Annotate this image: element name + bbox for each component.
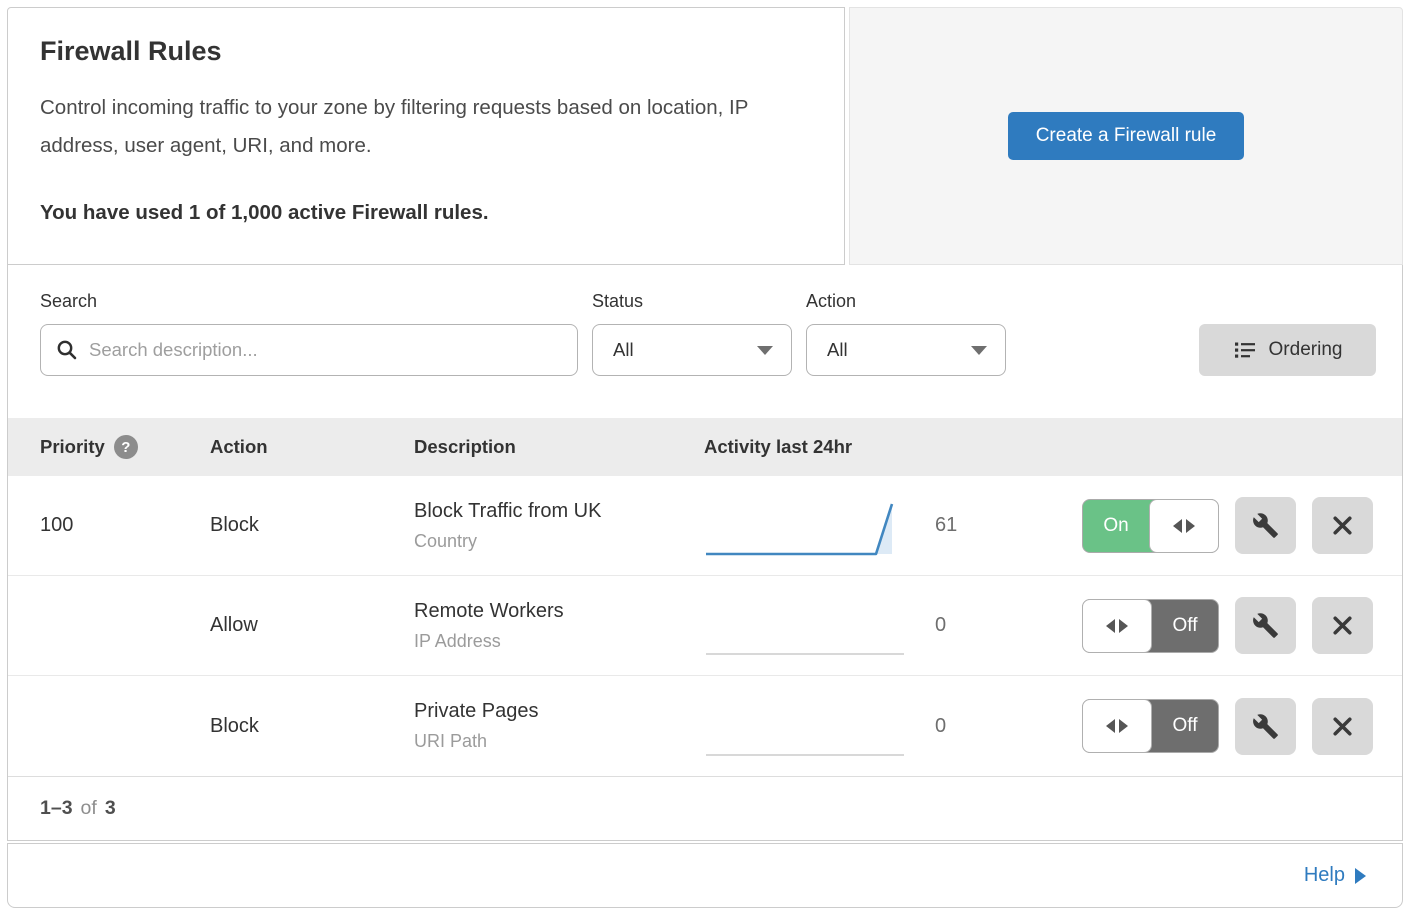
action-filter-group: Action All (806, 291, 1006, 376)
row-controls: Off (1082, 698, 1402, 755)
search-input[interactable] (89, 339, 563, 361)
help-link-label: Help (1304, 864, 1345, 887)
action-header-label: Action (210, 436, 268, 458)
activity-sparkline (704, 497, 909, 559)
pagination-range: 1–3 (40, 797, 73, 820)
activity-cell: 0 (704, 576, 1082, 675)
search-icon (55, 338, 79, 362)
priority-header-label: Priority (40, 436, 105, 458)
edit-rule-button[interactable] (1235, 597, 1296, 654)
close-icon (1330, 714, 1355, 739)
status-label: Status (592, 291, 792, 312)
description-cell: Private Pages URI Path (414, 700, 704, 752)
description-cell: Remote Workers IP Address (414, 600, 704, 652)
activity-count: 0 (935, 614, 946, 637)
status-select[interactable]: All (592, 324, 792, 376)
activity-count: 0 (935, 715, 946, 738)
toggle-state-label: Off (1152, 700, 1218, 752)
row-controls: On (1082, 497, 1402, 554)
search-box[interactable] (40, 324, 578, 376)
column-header-action: Action (210, 436, 414, 458)
table-row: 100 Block Block Traffic from UK Country … (8, 476, 1402, 576)
action-value: Allow (210, 614, 414, 637)
intro-card: Firewall Rules Control incoming traffic … (7, 7, 845, 265)
table-header-row: Priority ? Action Description Activity l… (8, 418, 1402, 476)
search-label: Search (40, 291, 578, 312)
action-value: Block (210, 715, 414, 738)
filter-bar: Search Status All Action All (8, 265, 1402, 418)
description-cell: Block Traffic from UK Country (414, 500, 704, 552)
delete-rule-button[interactable] (1312, 497, 1373, 554)
table-row: Allow Remote Workers IP Address 0 Off (8, 576, 1402, 676)
delete-rule-button[interactable] (1312, 698, 1373, 755)
create-rule-panel: Create a Firewall rule (849, 7, 1403, 265)
activity-cell: 61 (704, 476, 1082, 575)
priority-help-icon[interactable]: ? (114, 435, 138, 459)
help-footer: Help (7, 843, 1403, 908)
column-header-description: Description (414, 436, 704, 458)
activity-cell: 0 (704, 676, 1082, 776)
toggle-state-label: Off (1152, 600, 1218, 652)
description-header-label: Description (414, 436, 516, 458)
activity-header-label: Activity last 24hr (704, 436, 852, 458)
status-selected-value: All (613, 339, 634, 361)
close-icon (1330, 613, 1355, 638)
column-header-priority: Priority ? (40, 435, 210, 459)
activity-count: 61 (935, 514, 957, 537)
rule-enabled-toggle[interactable]: Off (1082, 599, 1219, 653)
rule-match-type: IP Address (414, 631, 704, 652)
rule-match-type: Country (414, 531, 704, 552)
edit-rule-button[interactable] (1235, 698, 1296, 755)
help-arrow-icon (1355, 868, 1366, 884)
wrench-icon (1252, 713, 1279, 740)
chevron-down-icon (971, 346, 987, 355)
row-controls: Off (1082, 597, 1402, 654)
usage-summary: You have used 1 of 1,000 active Firewall… (40, 201, 812, 225)
rule-enabled-toggle[interactable]: On (1082, 499, 1219, 553)
page-title: Firewall Rules (40, 36, 812, 67)
page-description: Control incoming traffic to your zone by… (40, 89, 810, 165)
rule-description: Block Traffic from UK (414, 500, 704, 523)
ordering-button[interactable]: Ordering (1199, 324, 1376, 376)
firewall-rules-page: Firewall Rules Control incoming traffic … (0, 0, 1410, 915)
action-label: Action (806, 291, 1006, 312)
rule-description: Remote Workers (414, 600, 704, 623)
list-ordering-icon (1233, 338, 1257, 362)
chevron-down-icon (757, 346, 773, 355)
activity-sparkline (704, 597, 909, 659)
toggle-handle-icon[interactable] (1082, 699, 1152, 753)
action-select[interactable]: All (806, 324, 1006, 376)
activity-sparkline (704, 698, 909, 760)
create-firewall-rule-button[interactable]: Create a Firewall rule (1008, 112, 1245, 160)
rule-enabled-toggle[interactable]: Off (1082, 699, 1219, 753)
pagination-of: of (81, 797, 97, 820)
delete-rule-button[interactable] (1312, 597, 1373, 654)
rule-description: Private Pages (414, 700, 704, 723)
action-selected-value: All (827, 339, 848, 361)
pagination-total: 3 (105, 797, 116, 820)
wrench-icon (1252, 612, 1279, 639)
action-value: Block (210, 514, 414, 537)
toggle-handle-icon[interactable] (1149, 499, 1219, 553)
rules-card: Search Status All Action All (7, 265, 1403, 841)
help-link[interactable]: Help (1304, 864, 1366, 887)
close-icon (1330, 513, 1355, 538)
pagination-bar: 1–3 of 3 (8, 776, 1402, 840)
toggle-handle-icon[interactable] (1082, 599, 1152, 653)
table-row: Block Private Pages URI Path 0 Off (8, 676, 1402, 776)
wrench-icon (1252, 512, 1279, 539)
column-header-activity: Activity last 24hr (704, 436, 1082, 458)
status-filter-group: Status All (592, 291, 792, 376)
toggle-state-label: On (1083, 500, 1149, 552)
ordering-button-label: Ordering (1269, 339, 1343, 361)
priority-value: 100 (40, 514, 210, 537)
header-section: Firewall Rules Control incoming traffic … (7, 7, 1403, 265)
search-group: Search (40, 291, 578, 376)
rule-match-type: URI Path (414, 731, 704, 752)
edit-rule-button[interactable] (1235, 497, 1296, 554)
